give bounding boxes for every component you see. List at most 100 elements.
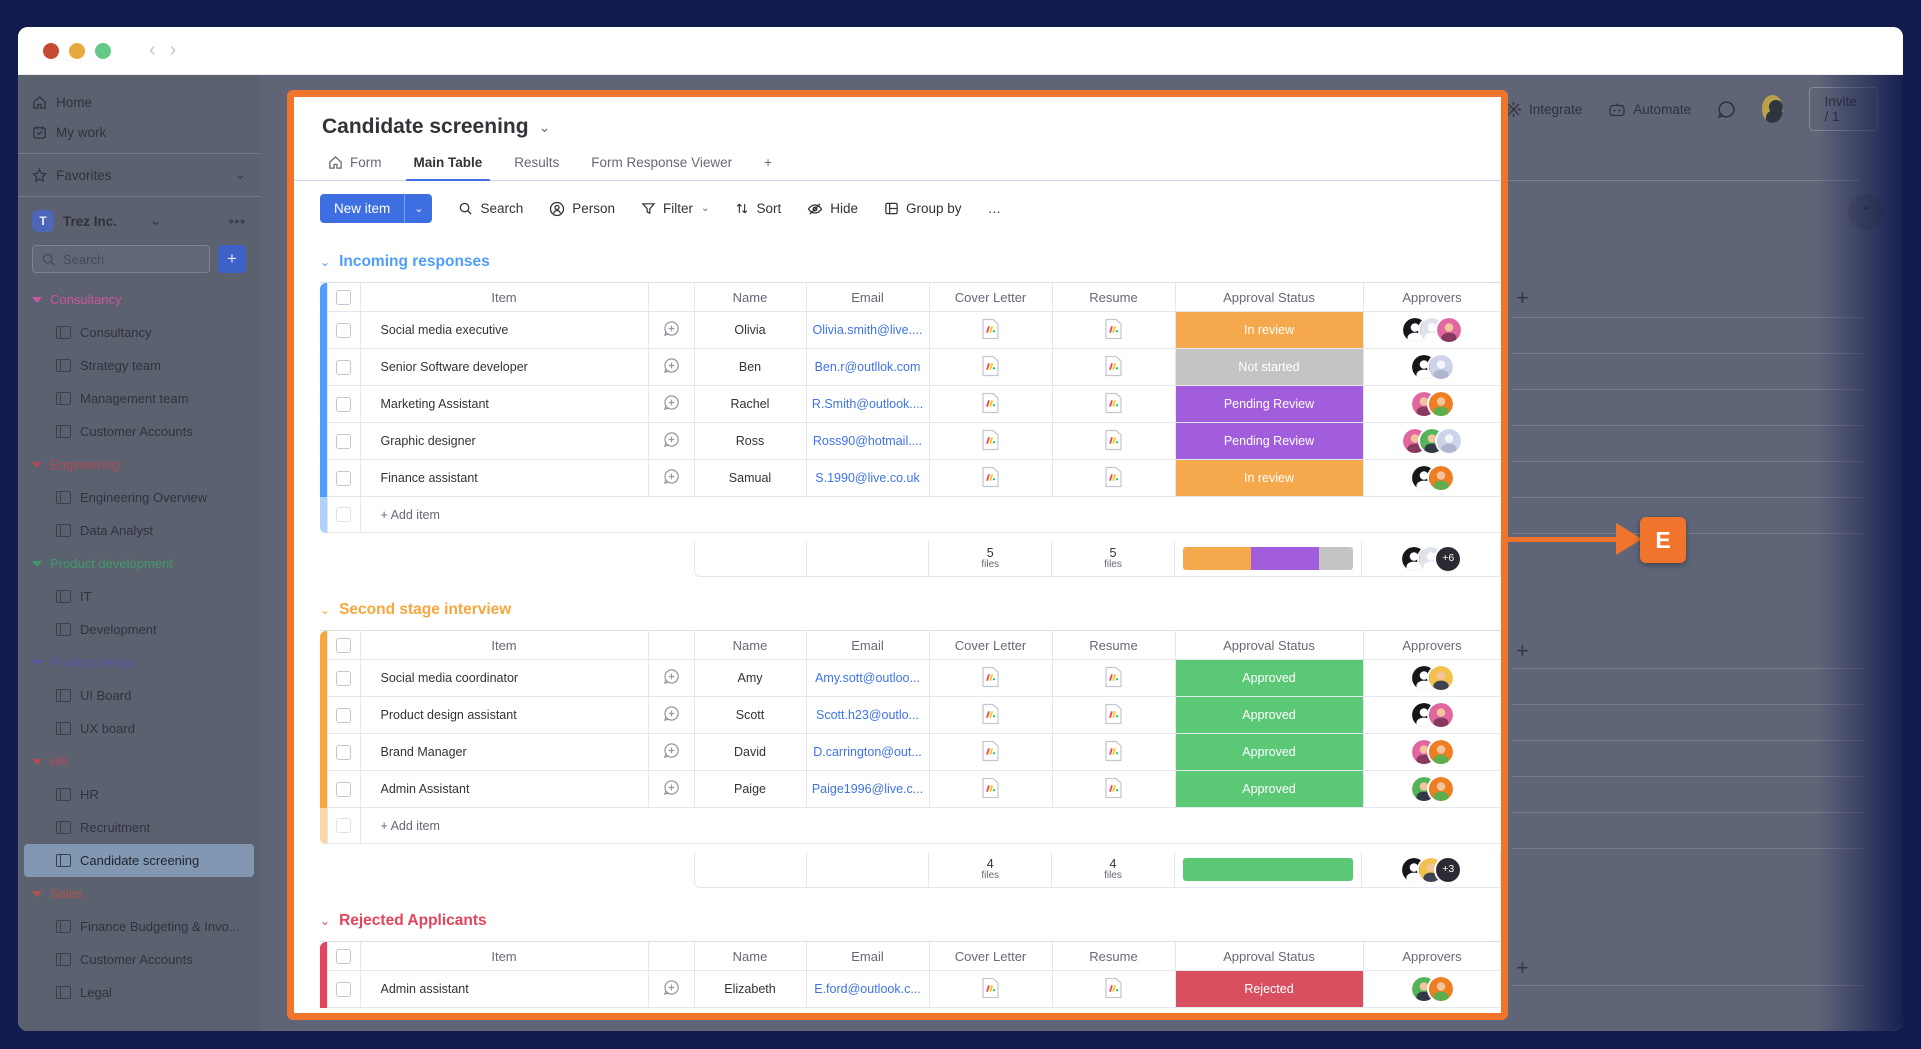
add-item-row[interactable]: + Add item <box>320 497 1501 533</box>
sidebar-item-my-work[interactable]: My work <box>18 117 260 147</box>
name-cell[interactable]: Amy <box>694 660 806 697</box>
item-name-cell[interactable]: Admin Assistant <box>360 771 648 808</box>
doc-file-icon[interactable] <box>1104 666 1123 691</box>
item-name-cell[interactable]: Admin assistant <box>360 971 648 1008</box>
row-checkbox[interactable] <box>327 771 360 808</box>
doc-file-icon[interactable] <box>981 777 1000 802</box>
approver-avatars[interactable] <box>1364 318 1501 342</box>
group-title[interactable]: Rejected Applicants <box>339 912 487 930</box>
sidebar-item-home[interactable]: Home <box>18 87 260 117</box>
email-cell[interactable]: Ben.r@outllok.com <box>806 349 929 386</box>
select-all-checkbox[interactable] <box>327 631 360 660</box>
sidebar-folder-consultancy[interactable]: Consultancy <box>18 283 260 316</box>
approvers-cell[interactable] <box>1363 660 1501 697</box>
item-name-cell[interactable]: Brand Manager <box>360 734 648 771</box>
approvers-cell[interactable] <box>1363 460 1501 497</box>
toolbar-hide-button[interactable]: Hide <box>807 201 858 217</box>
new-item-button[interactable]: New item ⌄ <box>320 194 432 223</box>
sidebar-folder-engineering[interactable]: Engineering <box>18 448 260 481</box>
doc-file-icon[interactable] <box>981 666 1000 691</box>
chat-button[interactable] <box>1717 100 1736 119</box>
add-update-button[interactable] <box>648 660 694 697</box>
status-distribution-bar[interactable] <box>1183 858 1353 881</box>
name-cell[interactable]: Ross <box>694 423 806 460</box>
approval-status-cell[interactable]: In review <box>1175 312 1363 349</box>
column-header-name[interactable]: Name <box>694 631 806 660</box>
resume-file[interactable] <box>1052 423 1175 460</box>
tab--[interactable]: + <box>750 147 786 180</box>
item-name-cell[interactable]: Finance assistant <box>360 460 648 497</box>
sidebar-board-development[interactable]: Development <box>18 613 260 646</box>
sidebar-board-ui-board[interactable]: UI Board <box>18 679 260 712</box>
sidebar-board-customer-accounts[interactable]: Customer Accounts <box>18 943 260 976</box>
group-title[interactable]: Second stage interview <box>339 601 511 619</box>
doc-file-icon[interactable] <box>1104 429 1123 454</box>
row-checkbox[interactable] <box>327 460 360 497</box>
add-update-button[interactable] <box>648 697 694 734</box>
board-title-chevron-icon[interactable]: ⌄ <box>539 119 551 136</box>
email-cell[interactable]: Scott.h23@outlo... <box>806 697 929 734</box>
board-title[interactable]: Candidate screening <box>322 115 529 139</box>
column-header-approvers[interactable]: Approvers <box>1363 283 1501 312</box>
column-header-resume[interactable]: Resume <box>1052 631 1175 660</box>
sidebar-folder-hr[interactable]: HR <box>18 745 260 778</box>
resume-file[interactable] <box>1052 349 1175 386</box>
workspace-switcher[interactable]: TTrez Inc.⌄••• <box>18 203 260 239</box>
add-column-button[interactable]: + <box>1516 955 1529 981</box>
resume-file[interactable] <box>1052 460 1175 497</box>
email-cell[interactable]: Amy.sott@outloo... <box>806 660 929 697</box>
column-header-cover-letter[interactable]: Cover Letter <box>929 942 1052 971</box>
sidebar-folder-sales[interactable]: Sales <box>18 877 260 910</box>
resume-file[interactable] <box>1052 312 1175 349</box>
folder-collapse-icon[interactable] <box>32 759 42 765</box>
approval-status-cell[interactable]: Approved <box>1175 660 1363 697</box>
add-update-button[interactable] <box>648 349 694 386</box>
approver-avatars[interactable] <box>1364 429 1501 453</box>
doc-file-icon[interactable] <box>1104 777 1123 802</box>
row-checkbox[interactable] <box>327 734 360 771</box>
doc-file-icon[interactable] <box>1104 355 1123 380</box>
name-cell[interactable]: Scott <box>694 697 806 734</box>
sidebar-board-hr[interactable]: HR <box>18 778 260 811</box>
resume-file[interactable] <box>1052 971 1175 1008</box>
column-header-cover-letter[interactable]: Cover Letter <box>929 631 1052 660</box>
minimize-window-button[interactable] <box>69 43 85 59</box>
approval-status-cell[interactable]: Rejected <box>1175 971 1363 1008</box>
toolbar-filter-button[interactable]: Filter⌄ <box>641 201 709 216</box>
toolbar-group-by-button[interactable]: Group by <box>884 201 962 216</box>
approval-status-cell[interactable]: Pending Review <box>1175 423 1363 460</box>
sidebar-board-legal[interactable]: Legal <box>18 976 260 1009</box>
tab-results[interactable]: Results <box>500 147 573 180</box>
doc-file-icon[interactable] <box>1104 740 1123 765</box>
approver-avatars[interactable] <box>1364 355 1501 379</box>
toolbar-search-button[interactable]: Search <box>458 201 523 216</box>
approvers-cell[interactable] <box>1363 697 1501 734</box>
resume-file[interactable] <box>1052 697 1175 734</box>
cover-letter-file[interactable] <box>929 349 1052 386</box>
collapse-panel-button[interactable]: ⌃ <box>1848 194 1884 230</box>
add-update-button[interactable] <box>648 386 694 423</box>
approvers-cell[interactable] <box>1363 734 1501 771</box>
approver-avatars[interactable] <box>1364 466 1501 490</box>
email-cell[interactable]: Ross90@hotmail.... <box>806 423 929 460</box>
email-cell[interactable]: Paige1996@live.c... <box>806 771 929 808</box>
sidebar-item-favorites[interactable]: Favorites⌄ <box>18 160 260 190</box>
item-name-cell[interactable]: Graphic designer <box>360 423 648 460</box>
add-update-button[interactable] <box>648 734 694 771</box>
email-cell[interactable]: E.ford@outlook.c... <box>806 971 929 1008</box>
item-name-cell[interactable]: Social media coordinator <box>360 660 648 697</box>
column-header-approval-status[interactable]: Approval Status <box>1175 283 1363 312</box>
approval-status-cell[interactable]: Approved <box>1175 771 1363 808</box>
approver-avatars[interactable] <box>1364 777 1501 801</box>
maximize-window-button[interactable] <box>95 43 111 59</box>
sidebar-board-engineering-overview[interactable]: Engineering Overview <box>18 481 260 514</box>
browser-nav-buttons[interactable]: ‹› <box>149 39 190 62</box>
sidebar-board-management-team[interactable]: Management team <box>18 382 260 415</box>
row-checkbox[interactable] <box>327 423 360 460</box>
doc-file-icon[interactable] <box>981 703 1000 728</box>
doc-file-icon[interactable] <box>1104 703 1123 728</box>
close-window-button[interactable] <box>43 43 59 59</box>
tab-main-table[interactable]: Main Table <box>400 147 497 180</box>
add-update-button[interactable] <box>648 771 694 808</box>
add-item-button[interactable]: + Add item <box>360 808 1501 844</box>
